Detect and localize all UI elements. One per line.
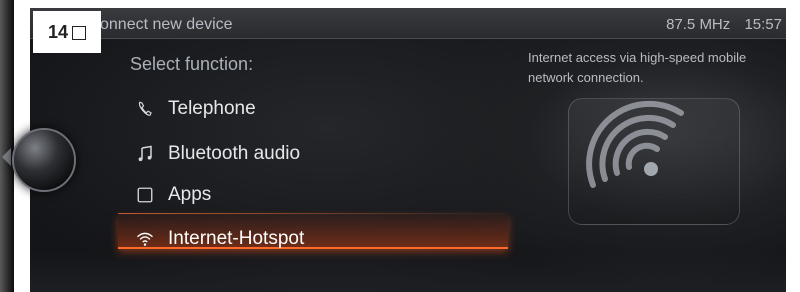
- radio-frequency: 87.5 MHz: [666, 16, 731, 33]
- function-description: Internet access via high-speed mobile ne…: [528, 50, 747, 85]
- glass-reflection: [30, 252, 786, 292]
- figure-badge: 14: [33, 11, 101, 53]
- clock-time: 15:57: [744, 16, 782, 33]
- menu-item-label: Telephone: [168, 98, 256, 119]
- status-right: 87.5 MHz 15:57: [656, 16, 782, 33]
- hotspot-illustration: [568, 98, 740, 225]
- menu-item-apps[interactable]: Apps: [134, 178, 514, 212]
- wifi-signal-icon: [586, 100, 684, 188]
- menu-item-label: Internet-Hotspot: [168, 228, 305, 249]
- square-icon: [72, 25, 87, 40]
- status-bar: onnect new device 87.5 MHz 15:57: [30, 8, 786, 39]
- menu-item-internet-hotspot[interactable]: Internet-Hotspot: [134, 222, 514, 256]
- music-note-icon: [134, 143, 156, 165]
- select-function-prompt: Select function:: [130, 54, 254, 74]
- idrive-controller-knob-icon[interactable]: [12, 128, 76, 192]
- selection-highlight-top: [118, 213, 508, 214]
- menu-item-bluetooth-audio[interactable]: Bluetooth audio: [134, 137, 514, 171]
- telephone-icon: [134, 98, 156, 120]
- menu-item-label: Apps: [168, 184, 212, 205]
- left-bezel: [0, 0, 14, 292]
- status-title: onnect new device: [100, 16, 233, 33]
- figure-number: 14: [47, 21, 69, 42]
- menu-item-label: Bluetooth audio: [168, 143, 301, 164]
- controller-left-arrow-icon: [2, 148, 11, 166]
- wifi-icon: [134, 228, 156, 250]
- apps-square-icon: [134, 184, 156, 206]
- idrive-screen: onnect new device 87.5 MHz 15:57 Select …: [30, 8, 786, 292]
- menu-item-telephone[interactable]: Telephone: [134, 92, 514, 126]
